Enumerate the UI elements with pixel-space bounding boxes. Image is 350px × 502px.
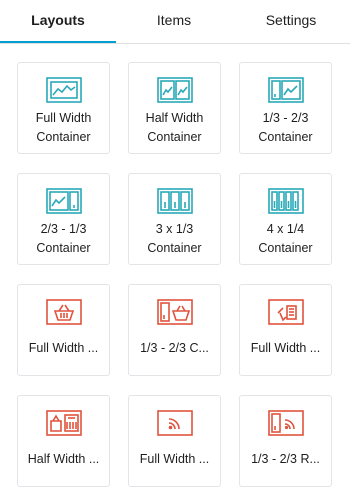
item-card-full-width-cart-list[interactable]: Full Width ...	[239, 284, 332, 376]
card-label: Half Width ...	[27, 452, 100, 466]
layout-card-four-quarters-container[interactable]: 4 x 1/4 Container	[239, 173, 332, 265]
rss-dot	[168, 425, 172, 430]
tab-settings[interactable]: Settings	[232, 0, 350, 44]
bag-barcode-item-icon	[45, 410, 82, 436]
two-thirds-one-third-container-icon	[45, 188, 82, 214]
card-label: Full Width Container	[35, 111, 92, 144]
item-card-half-width-bag[interactable]: Half Width ...	[17, 395, 110, 487]
card-label: Full Width ...	[139, 452, 210, 466]
item-card-full-width-basket[interactable]: Full Width ...	[17, 284, 110, 376]
card-label: 2/3 - 1/3 Container	[36, 222, 91, 255]
basket-item-icon	[45, 299, 82, 325]
card-label: 1/3 - 2/3 C...	[140, 341, 209, 355]
layout-card-three-thirds-container[interactable]: 3 x 1/3 Container	[128, 173, 221, 265]
tab-layouts[interactable]: Layouts	[0, 0, 116, 44]
tab-items[interactable]: Items	[116, 0, 232, 44]
layout-card-full-width-container[interactable]: Full Width Container	[17, 62, 110, 154]
rss-dot	[284, 425, 288, 430]
layout-card-one-third-two-thirds-container[interactable]: 1/3 - 2/3 Container	[239, 62, 332, 154]
half-width-container-icon	[156, 77, 193, 103]
card-label: 1/3 - 2/3 R...	[251, 452, 320, 466]
three-thirds-container-icon	[156, 188, 193, 214]
rss-split-item-icon	[267, 410, 304, 436]
active-tab-indicator	[0, 41, 116, 43]
tab-bar: Layouts Items Settings	[0, 0, 350, 44]
card-label: 1/3 - 2/3 Container	[258, 111, 313, 144]
four-quarters-container-icon	[267, 188, 304, 214]
item-card-one-third-two-thirds-basket[interactable]: 1/3 - 2/3 C...	[128, 284, 221, 376]
card-label: Full Width ...	[28, 341, 99, 355]
card-label: 4 x 1/4 Container	[258, 222, 313, 255]
one-third-two-thirds-container-icon	[267, 77, 304, 103]
card-label: Half Width Container	[145, 111, 204, 144]
item-card-one-third-two-thirds-rss[interactable]: 1/3 - 2/3 R...	[239, 395, 332, 487]
item-card-full-width-rss[interactable]: Full Width ...	[128, 395, 221, 487]
card-label: Full Width ...	[250, 341, 321, 355]
rss-item-icon	[156, 410, 193, 436]
cart-list-item-icon	[267, 299, 304, 325]
full-width-container-icon	[45, 77, 82, 103]
basket-split-item-icon	[156, 299, 193, 325]
card-label: 3 x 1/3 Container	[147, 222, 202, 255]
layout-card-half-width-container[interactable]: Half Width Container	[128, 62, 221, 154]
layout-card-two-thirds-one-third-container[interactable]: 2/3 - 1/3 Container	[17, 173, 110, 265]
